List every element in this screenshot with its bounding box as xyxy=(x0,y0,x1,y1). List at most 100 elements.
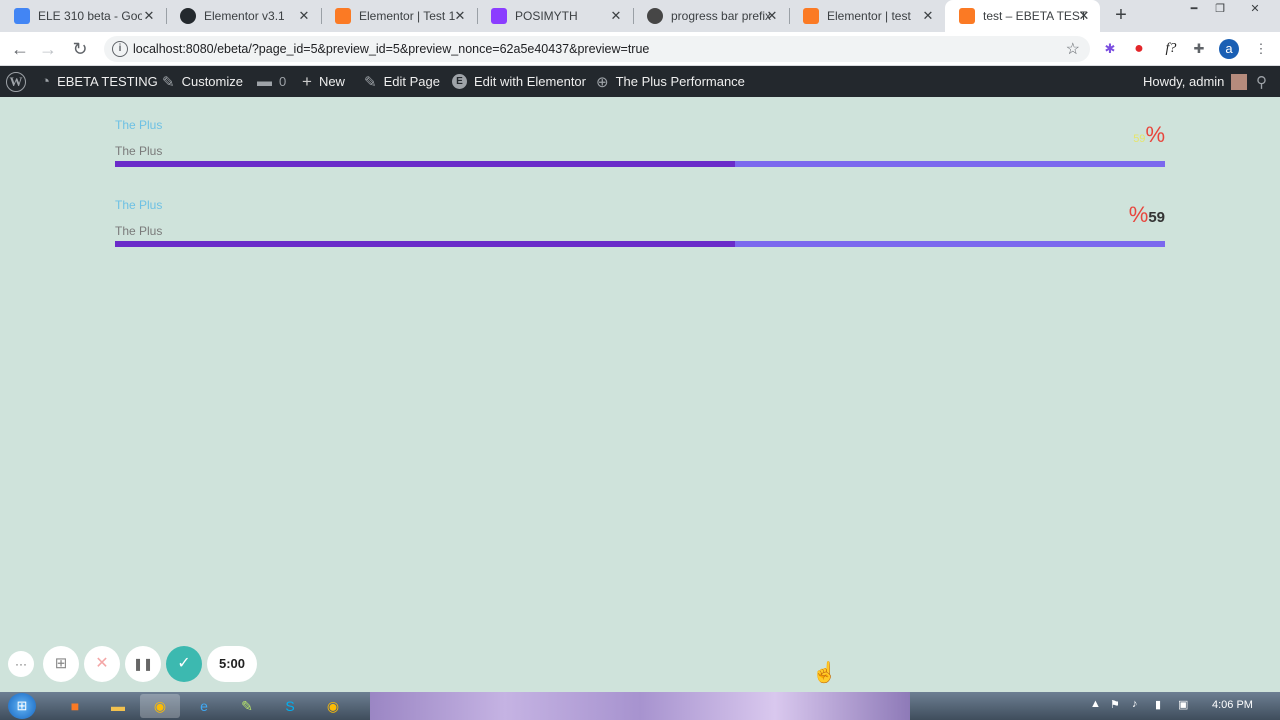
close-icon[interactable]: ✕ xyxy=(608,8,624,24)
tab-elementor-github[interactable]: Elementor v3.1 ✕ xyxy=(166,0,320,32)
recorder-cancel-button[interactable]: ✕ xyxy=(84,646,120,682)
progress-subtitle: The Plus xyxy=(115,224,163,238)
site-info-icon[interactable]: i xyxy=(112,41,128,57)
pencil-icon: ✎ xyxy=(364,73,377,91)
search-icon: ⚲ xyxy=(1256,73,1267,91)
tab-progress-bar-prefix[interactable]: progress bar prefix ✕ xyxy=(633,0,788,32)
progress-percent-label: 59% xyxy=(1133,122,1165,148)
recorder-timer: 5:00 xyxy=(207,646,257,682)
close-window-button[interactable]: ✕ xyxy=(1240,2,1270,16)
progress-track xyxy=(115,241,1165,247)
progress-subtitle: The Plus xyxy=(115,144,163,158)
colorful-extension-icon[interactable]: ✱ xyxy=(1101,40,1119,58)
skype-icon[interactable]: S xyxy=(270,694,310,718)
function-icon[interactable]: f? xyxy=(1160,40,1182,58)
xampp-icon xyxy=(335,8,351,24)
progress-bar-widget: The Plus The Plus %59 xyxy=(115,192,1165,252)
edge-icon[interactable]: e xyxy=(184,694,224,718)
forward-button[interactable]: → xyxy=(38,39,58,59)
progress-value: 59 xyxy=(1133,133,1146,145)
notepad-icon[interactable]: ✎ xyxy=(227,694,267,718)
browser-tab-strip: ELE 310 beta - Goo ✕ Elementor v3.1 ✕ El… xyxy=(0,0,1280,32)
bookmark-star-icon[interactable]: ☆ xyxy=(1066,39,1080,59)
edit-with-elementor-link[interactable]: E Edit with Elementor xyxy=(452,66,586,97)
wordpress-logo-button[interactable]: W xyxy=(6,66,26,97)
edit-page-link[interactable]: ✎ Edit Page xyxy=(364,66,440,97)
windows-taskbar: ⊞ ■ ▬ ◉ e ✎ S ◉ ▲ ⚑ ♪ ▮ ▣ 4:06 PM xyxy=(0,692,1280,720)
address-bar[interactable]: i localhost:8080/ebeta/?page_id=5&previe… xyxy=(104,36,1090,62)
plus-addons-icon: ⊕ xyxy=(596,73,609,91)
explorer-icon[interactable]: ▬ xyxy=(98,694,138,718)
close-icon[interactable]: ✕ xyxy=(764,8,780,24)
plus-icon: + xyxy=(302,71,312,91)
xampp-icon xyxy=(803,8,819,24)
network-icon[interactable]: ▮ xyxy=(1155,698,1161,711)
recorder-done-button[interactable]: ✓ xyxy=(166,646,202,682)
my-account-link[interactable]: Howdy, admin xyxy=(1143,66,1248,97)
start-button[interactable]: ⊞ xyxy=(8,693,36,719)
close-icon[interactable]: ✕ xyxy=(296,8,312,24)
restore-window-button[interactable]: ❐ xyxy=(1206,2,1234,16)
dashboard-icon: ◔ xyxy=(41,73,51,90)
admin-search-button[interactable]: ⚲ xyxy=(1256,66,1267,97)
menu-dots-icon[interactable]: ⋮ xyxy=(1252,40,1270,58)
avatar xyxy=(1231,73,1248,90)
back-button[interactable]: ← xyxy=(10,39,30,59)
wp-admin-bar: W ◔ EBETA TESTING ✎ Customize ▬ 0 + New … xyxy=(0,66,1280,97)
customize-link[interactable]: ✎ Customize xyxy=(162,66,243,97)
opera-icon[interactable]: ● xyxy=(1130,40,1148,58)
taskbar-wallpaper xyxy=(370,692,910,720)
github-icon xyxy=(180,8,196,24)
recorder-draw-button[interactable]: ⊞ xyxy=(43,646,79,682)
browser-toolbar: ← → ↻ i localhost:8080/ebeta/?page_id=5&… xyxy=(0,32,1280,66)
minimize-window-button[interactable]: ━ xyxy=(1180,2,1208,16)
recorder-more-button[interactable]: ··· xyxy=(8,651,34,677)
profile-icon[interactable]: a xyxy=(1219,39,1239,59)
google-docs-icon xyxy=(14,8,30,24)
comments-link[interactable]: ▬ 0 xyxy=(257,66,286,97)
progress-fill xyxy=(115,161,735,167)
chrome-icon[interactable]: ◉ xyxy=(140,694,180,718)
progress-bar-widget: The Plus The Plus 59% xyxy=(115,112,1165,172)
reload-button[interactable]: ↻ xyxy=(70,39,90,59)
close-icon[interactable]: ✕ xyxy=(1076,8,1092,24)
wordpress-icon: W xyxy=(6,71,26,92)
tab-elementor-test[interactable]: Elementor | test ✕ xyxy=(789,0,944,32)
new-content-link[interactable]: + New xyxy=(302,66,345,97)
display-icon[interactable]: ▣ xyxy=(1178,698,1188,711)
clock[interactable]: 4:06 PM xyxy=(1212,699,1253,711)
progress-title: The Plus xyxy=(115,198,163,212)
percent-symbol: % xyxy=(1145,122,1165,147)
tab-posimyth[interactable]: POSIMYTH ✕ xyxy=(477,0,632,32)
progress-fill xyxy=(115,241,735,247)
progress-track xyxy=(115,161,1165,167)
percent-symbol: % xyxy=(1128,202,1149,227)
tab-ele-310-beta[interactable]: ELE 310 beta - Goo ✕ xyxy=(0,0,165,32)
progress-value: 59 xyxy=(1148,209,1165,226)
tab-test-ebeta-testing[interactable]: test – EBETA TESTIN ✕ xyxy=(945,0,1100,32)
tray-arrow-icon[interactable]: ▲ xyxy=(1090,698,1101,710)
site-name-link[interactable]: ◔ EBETA TESTING xyxy=(41,66,158,97)
posimyth-icon xyxy=(491,8,507,24)
xampp-icon xyxy=(959,8,975,24)
progress-title: The Plus xyxy=(115,118,163,132)
chrome-icon[interactable]: ◉ xyxy=(313,694,353,718)
close-icon[interactable]: ✕ xyxy=(452,8,468,24)
wordpress-icon xyxy=(647,8,663,24)
recorder-pause-button[interactable]: ❚❚ xyxy=(125,646,161,682)
progress-percent-label: %59 xyxy=(1129,202,1165,228)
url-text[interactable]: localhost:8080/ebeta/?page_id=5&preview_… xyxy=(133,42,649,56)
new-tab-button[interactable]: + xyxy=(1109,4,1133,28)
action-center-icon[interactable]: ⚑ xyxy=(1110,698,1120,711)
close-icon[interactable]: ✕ xyxy=(920,8,936,24)
xampp-icon[interactable]: ■ xyxy=(55,694,95,718)
puzzle-icon[interactable]: ✚ xyxy=(1190,40,1208,58)
tab-elementor-test-1[interactable]: Elementor | Test 1 ✕ xyxy=(321,0,476,32)
paintbrush-icon: ✎ xyxy=(162,73,175,91)
elementor-icon: E xyxy=(452,74,467,89)
comment-icon: ▬ xyxy=(257,73,272,90)
plus-performance-link[interactable]: ⊕ The Plus Performance xyxy=(596,66,745,97)
close-icon[interactable]: ✕ xyxy=(141,8,157,24)
volume-icon[interactable]: ♪ xyxy=(1132,698,1138,710)
hand-cursor-icon: ☝ xyxy=(812,662,837,684)
